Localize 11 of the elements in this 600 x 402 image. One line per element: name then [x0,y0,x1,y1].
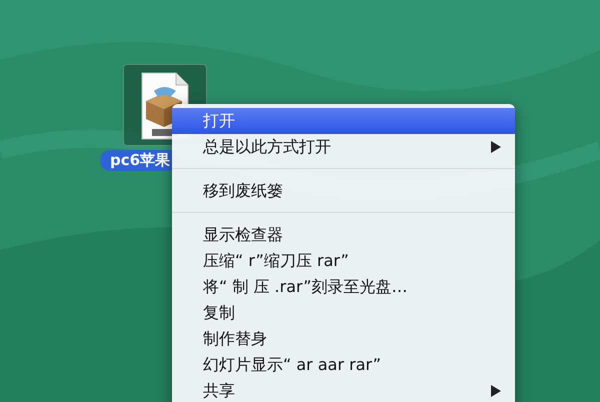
menu-item[interactable]: 复制 [172,300,515,326]
menu-item[interactable]: 移到废纸篓 [172,178,515,204]
submenu-arrow-icon [491,141,501,153]
menu-item[interactable]: 打开 [172,108,515,134]
submenu-arrow-icon [491,385,501,397]
menu-item[interactable]: 压缩“ r”缩刀压 rar” [172,248,515,274]
menu-item[interactable]: 幻灯片显示“ ar aar rar” [172,352,515,378]
menu-item[interactable]: 共享 [172,378,515,402]
menu-item[interactable]: 制作替身 [172,326,515,352]
menu-item[interactable]: 将“ 制 压 .rar”刻录至光盘… [172,274,515,300]
menu-item[interactable]: 显示检查器 [172,222,515,248]
